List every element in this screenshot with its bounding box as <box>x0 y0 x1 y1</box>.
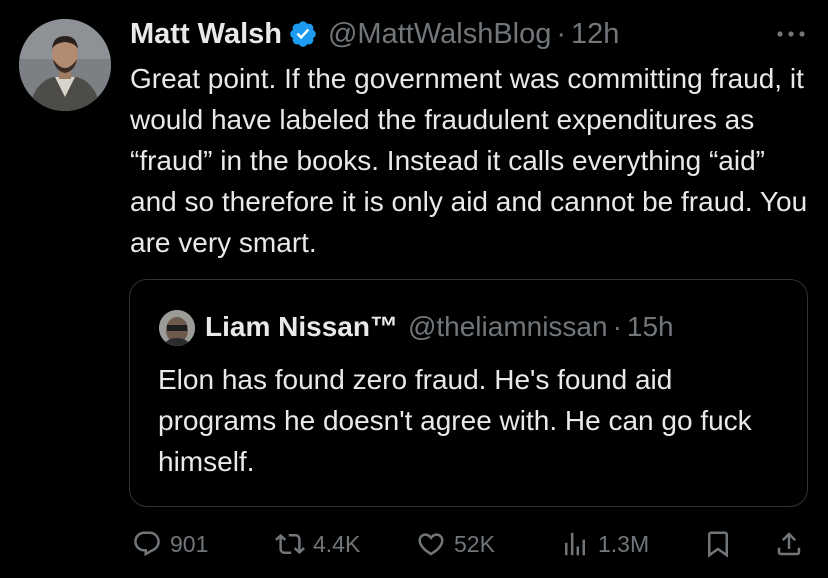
tweet[interactable]: Matt Walsh @MattWalshBlog · 12h Great po… <box>0 0 828 578</box>
reply-icon <box>134 531 160 557</box>
post-header: Matt Walsh @MattWalshBlog · 12h <box>130 14 619 54</box>
repost-button[interactable]: 4.4K <box>275 522 360 566</box>
reply-button[interactable]: 901 <box>132 522 208 566</box>
verified-badge-icon[interactable] <box>288 19 318 49</box>
like-count: 52K <box>454 530 495 557</box>
quoted-author-handle[interactable]: @theliamnissan <box>408 311 608 343</box>
heart-icon <box>418 533 444 556</box>
repost-icon <box>275 533 305 555</box>
author-handle[interactable]: @MattWalshBlog <box>328 18 551 51</box>
quoted-separator-dot: · <box>612 311 622 342</box>
action-bar: 901 4.4K 52K 1.3M <box>0 522 828 566</box>
quoted-post-header: Liam Nissan™ @theliamnissan · 15h <box>205 307 674 347</box>
repost-count: 4.4K <box>313 530 361 557</box>
quoted-post[interactable]: Liam Nissan™ @theliamnissan · 15h Elon h… <box>129 279 808 507</box>
author-name[interactable]: Matt Walsh <box>130 18 282 51</box>
separator-dot: · <box>556 17 567 50</box>
quoted-post-time[interactable]: 15h <box>627 311 674 343</box>
like-button[interactable]: 52K <box>416 522 495 566</box>
quoted-author-name[interactable]: Liam Nissan™ <box>205 311 398 343</box>
views-button[interactable]: 1.3M <box>560 522 649 566</box>
author-avatar[interactable] <box>19 19 111 111</box>
bookmark-button[interactable] <box>703 522 733 566</box>
share-icon <box>777 532 801 556</box>
reply-count: 901 <box>170 530 209 557</box>
post-time[interactable]: 12h <box>571 18 619 51</box>
views-chart-icon <box>565 532 585 556</box>
share-button[interactable] <box>774 522 804 566</box>
views-count: 1.3M <box>598 530 650 557</box>
quoted-author-avatar[interactable] <box>159 310 195 346</box>
post-text: Great point. If the government was commi… <box>130 63 808 258</box>
quoted-post-text: Elon has found zero fraud. He's found ai… <box>158 364 752 477</box>
more-options-icon[interactable] <box>774 24 808 44</box>
bookmark-icon <box>708 531 728 558</box>
